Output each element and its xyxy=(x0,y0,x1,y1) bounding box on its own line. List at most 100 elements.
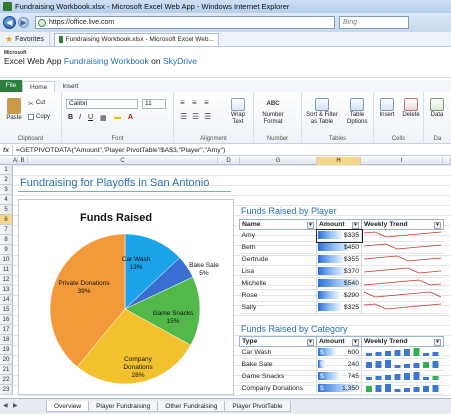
player-name[interactable]: Michelle xyxy=(239,277,317,290)
number-format-button[interactable]: ABC Number Format xyxy=(258,98,288,126)
column-header[interactable] xyxy=(443,157,451,165)
row-header[interactable]: 1 xyxy=(0,165,13,175)
column-header[interactable]: B xyxy=(18,157,28,165)
amount-cell[interactable]: $745 xyxy=(316,370,362,383)
row-header[interactable]: 14 xyxy=(0,295,13,305)
row-header[interactable]: 6 xyxy=(0,215,13,225)
row-header[interactable]: 16 xyxy=(0,315,13,325)
tab-file[interactable]: File xyxy=(0,80,22,92)
formula-input[interactable]: =GETPIVOTDATA("Amount",'Player PivotTabl… xyxy=(13,147,225,154)
search-input[interactable]: Bing xyxy=(339,16,409,29)
row-header[interactable]: 23 xyxy=(0,385,13,395)
table-row[interactable]: Rose $290 xyxy=(239,289,444,302)
row-header[interactable]: 18 xyxy=(0,335,13,345)
trend-column-header[interactable]: Weekly Trend ▾ xyxy=(361,219,444,230)
row-header[interactable]: 17 xyxy=(0,325,13,335)
row-header[interactable]: 20 xyxy=(0,355,13,365)
row-header[interactable]: 5 xyxy=(0,205,13,215)
player-name[interactable]: Lisa xyxy=(239,265,317,278)
tab-home[interactable]: Home xyxy=(22,81,56,92)
player-name[interactable]: Gertrude xyxy=(239,253,317,266)
table-row[interactable]: Car Wash $600 xyxy=(239,346,444,359)
align-bottom-icon[interactable]: ≡ xyxy=(204,98,209,107)
amount-cell[interactable]: $1,350 xyxy=(316,382,362,395)
amount-cell[interactable]: $600 xyxy=(316,346,362,359)
player-name[interactable]: Rose xyxy=(239,289,317,302)
table-row[interactable]: Lisa $370 xyxy=(239,265,444,278)
filter-dropdown-icon[interactable]: ▾ xyxy=(434,338,441,346)
workbook-name[interactable]: Fundraising Workbook xyxy=(64,56,149,66)
player-name[interactable]: Sally xyxy=(239,301,317,314)
amount-cell[interactable]: $450 xyxy=(316,241,362,254)
table-row[interactable]: Game Snacks $745 xyxy=(239,370,444,383)
row-header[interactable]: 19 xyxy=(0,345,13,355)
sheet-tab[interactable]: Player Fundraising xyxy=(88,401,159,412)
amount-cell[interactable]: $540 xyxy=(316,277,362,290)
row-header[interactable]: 7 xyxy=(0,225,13,235)
amount-cell[interactable]: $290 xyxy=(316,289,362,302)
category-type[interactable]: Company Donations xyxy=(239,382,317,395)
filter-dropdown-icon[interactable]: ▾ xyxy=(307,221,314,229)
italic-button[interactable]: I xyxy=(79,114,81,121)
font-size-select[interactable]: 11 xyxy=(142,99,166,109)
row-header[interactable]: 12 xyxy=(0,275,13,285)
amount-column-header[interactable]: Amount ▾ xyxy=(316,219,362,230)
row-header[interactable]: 2 xyxy=(0,175,13,185)
align-center-icon[interactable]: ☰ xyxy=(192,112,199,121)
amount-cell[interactable]: $355 xyxy=(316,253,362,266)
first-sheet-icon[interactable]: ◀ xyxy=(3,403,10,410)
column-header[interactable]: C xyxy=(28,157,218,165)
browser-tab[interactable]: Fundraising Workbook.xlsx - Microsoft Ex… xyxy=(53,32,219,46)
align-left-icon[interactable]: ☰ xyxy=(180,112,187,121)
paste-button[interactable]: Paste xyxy=(3,98,25,122)
amount-cell[interactable]: $240 xyxy=(316,358,362,371)
amount-cell[interactable]: $370 xyxy=(316,265,362,278)
amount-cell[interactable]: $335 xyxy=(315,228,363,243)
table-row[interactable]: Company Donations $1,350 xyxy=(239,382,444,395)
sort-filter-button[interactable]: Sort & Filter as Table xyxy=(304,98,340,126)
url-input[interactable]: https://office.live.com xyxy=(35,16,335,29)
filter-dropdown-icon[interactable]: ▾ xyxy=(434,221,441,229)
delete-cells-button[interactable]: Delete xyxy=(400,98,422,119)
column-header[interactable]: H xyxy=(317,157,361,165)
align-middle-icon[interactable]: ≡ xyxy=(192,98,197,107)
table-row[interactable]: Sally $325 xyxy=(239,301,444,314)
row-header[interactable]: 10 xyxy=(0,255,13,265)
row-header[interactable]: 8 xyxy=(0,235,13,245)
favorites-button[interactable]: ★ Favorites xyxy=(0,32,50,46)
name-column-header[interactable]: Name ▾ xyxy=(239,219,317,230)
amount-column-header[interactable]: Amount ▾ xyxy=(316,336,362,347)
align-right-icon[interactable]: ☰ xyxy=(204,112,211,121)
column-header[interactable]: G xyxy=(240,157,317,165)
category-type[interactable]: Car Wash xyxy=(239,346,317,359)
borders-icon[interactable]: ▦ xyxy=(100,114,107,122)
table-options-button[interactable]: Table Options xyxy=(342,98,372,126)
last-sheet-icon[interactable]: ▶ xyxy=(13,403,20,410)
bold-button[interactable]: B xyxy=(68,114,73,121)
table-row[interactable]: Bake Sale $240 xyxy=(239,358,444,371)
row-header[interactable]: 11 xyxy=(0,265,13,275)
column-header[interactable]: D xyxy=(218,157,240,165)
font-color-icon[interactable]: A xyxy=(128,114,133,121)
column-header[interactable]: I xyxy=(361,157,443,165)
fill-color-icon[interactable]: ▬ xyxy=(114,114,121,121)
back-button[interactable]: ◀ xyxy=(3,16,16,29)
table-row[interactable]: Beth $450 xyxy=(239,241,444,254)
amount-cell[interactable]: $325 xyxy=(316,301,362,314)
table-row[interactable]: Amy $335 xyxy=(239,228,444,243)
category-type[interactable]: Game Snacks xyxy=(239,370,317,383)
row-header[interactable]: 9 xyxy=(0,245,13,255)
cut-button[interactable]: ✂ Cut xyxy=(28,100,45,108)
copy-button[interactable]: Copy xyxy=(28,114,50,120)
insert-cells-button[interactable]: Insert xyxy=(376,98,398,119)
sheet-tab[interactable]: Overview xyxy=(46,401,90,412)
filter-dropdown-icon[interactable]: ▾ xyxy=(307,338,314,346)
skydrive-link[interactable]: SkyDrive xyxy=(163,56,197,66)
row-header[interactable]: 3 xyxy=(0,185,13,195)
row-header[interactable]: 15 xyxy=(0,305,13,315)
category-type[interactable]: Bake Sale xyxy=(239,358,317,371)
filter-dropdown-icon[interactable]: ▾ xyxy=(352,338,359,346)
row-header[interactable]: 13 xyxy=(0,285,13,295)
type-column-header[interactable]: Type ▾ xyxy=(239,336,317,347)
tab-insert[interactable]: Insert xyxy=(55,81,85,92)
